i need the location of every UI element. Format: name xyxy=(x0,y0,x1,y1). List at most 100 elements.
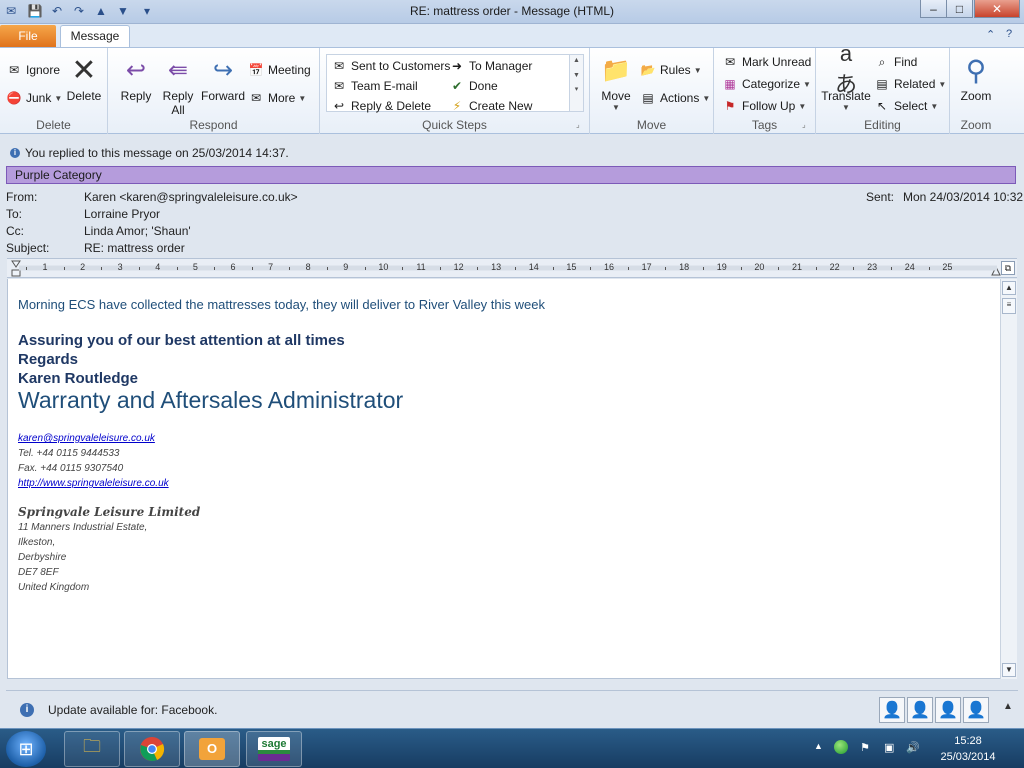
ruler-tick-label: 5 xyxy=(192,262,198,272)
junk-button[interactable]: ⛔ Junk ▼ xyxy=(6,90,63,106)
address-line: Ilkeston, xyxy=(18,537,56,548)
status-icon[interactable] xyxy=(834,740,848,754)
from-label: From: xyxy=(6,190,38,204)
delete-button[interactable]: ✕ Delete xyxy=(64,53,104,104)
ruler-tick-label: 18 xyxy=(679,262,690,272)
ruler-tick-label: 2 xyxy=(80,262,86,272)
reply-button[interactable]: ↩ Reply xyxy=(116,54,156,104)
ruler-tick-label: 8 xyxy=(305,262,311,272)
start-button[interactable]: ⊞ xyxy=(6,731,46,767)
scroll-down-icon[interactable]: ▼ xyxy=(1002,663,1016,677)
to-value[interactable]: Lorraine Pryor xyxy=(84,207,160,221)
zoom-button[interactable]: ⚲ Zoom xyxy=(956,54,996,104)
lightning-icon: ⚡ xyxy=(452,99,462,113)
chevron-down-icon: ▼ xyxy=(612,103,620,112)
replied-text: You replied to this message on 25/03/201… xyxy=(25,146,289,160)
restore-button[interactable]: □ xyxy=(946,0,973,18)
person-icon[interactable]: 👤 xyxy=(963,697,989,723)
more-button[interactable]: ✉ More ▼ xyxy=(248,90,306,106)
person-icon[interactable]: 👤 xyxy=(879,697,905,723)
ruler-minor-tick xyxy=(176,267,178,270)
move-button[interactable]: 📁 Move ▼ xyxy=(596,54,636,113)
related-button[interactable]: ▤ Related ▼ xyxy=(874,76,946,92)
meeting-button[interactable]: 📅 Meeting xyxy=(248,62,311,78)
quick-steps-group-label: Quick Steps xyxy=(422,118,487,132)
email-link[interactable]: karen@springvaleleisure.co.uk xyxy=(18,433,155,444)
company-name: Springvale Leisure Limited xyxy=(18,505,201,519)
sage-icon[interactable]: sage xyxy=(246,731,302,767)
ruler-tick-label: 1 xyxy=(42,262,48,272)
minimize-button[interactable]: – xyxy=(920,0,947,18)
ruler-tick-label: 24 xyxy=(904,262,915,272)
close-button[interactable]: ✕ xyxy=(974,0,1020,18)
quick-step-to-manager[interactable]: ➜ To Manager xyxy=(449,58,532,74)
rules-button[interactable]: 📂 Rules ▼ xyxy=(640,62,702,78)
quick-step-reply-delete[interactable]: ↩ Reply & Delete xyxy=(331,98,431,114)
ruler-minor-tick xyxy=(853,267,855,270)
editing-group-label: Editing xyxy=(864,118,901,132)
dialog-launcher-icon[interactable]: ⌟ xyxy=(802,120,806,129)
window-title: RE: mattress order - Message (HTML) xyxy=(409,4,615,18)
find-button[interactable]: ⌕ Find xyxy=(874,54,918,70)
chrome-icon[interactable] xyxy=(124,731,180,767)
forward-button[interactable]: ↪ Forward xyxy=(200,54,246,104)
action-center-flag-icon[interactable]: ⚑ xyxy=(860,741,870,754)
message-body[interactable]: Morning ECS have collected the mattresse… xyxy=(7,279,1000,679)
ruler-tick-label: 9 xyxy=(343,262,349,272)
cc-value[interactable]: Linda Amor; 'Shaun' xyxy=(84,224,191,238)
ruler-minor-tick xyxy=(63,267,65,270)
ruler-minor-tick xyxy=(590,267,592,270)
scroll-thumb[interactable]: ≡ xyxy=(1002,298,1016,314)
ruler-minor-tick xyxy=(703,267,704,270)
vertical-scrollbar[interactable]: ▲ ≡ ▼ xyxy=(1000,279,1017,679)
delete-icon: ✕ xyxy=(71,53,97,87)
from-value[interactable]: Karen <karen@springvaleleisure.co.uk> xyxy=(84,190,298,204)
quick-step-done[interactable]: ✔ Done xyxy=(449,78,498,94)
show-hidden-icons-icon[interactable]: ▲ xyxy=(814,741,823,751)
website-link[interactable]: http://www.springvaleleisure.co.uk xyxy=(18,478,169,489)
view-ruler-icon[interactable]: ⧉ xyxy=(1001,261,1015,275)
quick-step-team-email[interactable]: ✉ Team E-mail xyxy=(331,78,418,94)
zoom-group-label: Zoom xyxy=(960,118,992,132)
gallery-expand-icon[interactable]: ▾ xyxy=(570,85,583,93)
ruler-minor-tick xyxy=(289,267,291,270)
ignore-button[interactable]: ✉ Ignore xyxy=(6,62,60,78)
editing-group: aあ Translate ▼ ⌕ Find ▤ Related ▼ ↖ Select ▼ … xyxy=(816,41,950,134)
quick-step-sent-to-customers[interactable]: ✉ Sent to Customers xyxy=(331,58,450,74)
translate-button[interactable]: aあ Translate ▼ xyxy=(820,41,872,112)
outlook-icon[interactable]: O xyxy=(184,731,240,767)
to-manager-icon: ➜ xyxy=(451,59,463,73)
clock[interactable]: 15:28 25/03/2014 xyxy=(928,733,1008,765)
update-infobar[interactable]: i Update available for: Facebook. 👤 👤 👤 … xyxy=(6,690,1018,728)
ruler-minor-tick xyxy=(26,267,28,270)
file-explorer-icon[interactable]: 🗀 xyxy=(64,731,120,767)
ruler-minor-tick xyxy=(552,267,554,270)
mark-unread-button[interactable]: ✉ Mark Unread xyxy=(722,54,811,70)
expand-people-pane-icon[interactable]: ▲ xyxy=(1003,701,1013,712)
select-button[interactable]: ↖ Select ▼ xyxy=(874,98,938,114)
quick-step-create-new[interactable]: ⚡ Create New xyxy=(449,98,533,114)
help-icon[interactable]: ? xyxy=(1006,28,1012,40)
scroll-up-icon[interactable]: ▲ xyxy=(1002,281,1016,295)
replied-infobar[interactable]: i You replied to this message on 25/03/2… xyxy=(0,143,1024,163)
categorize-button[interactable]: ▦ Categorize ▼ xyxy=(722,76,811,92)
dialog-launcher-icon[interactable]: ⌟ xyxy=(576,120,580,129)
tab-message[interactable]: Message xyxy=(60,25,130,48)
ruler[interactable]: 1 2 3 4 5 6 7 8 9 10 11 12 13 14 15 16 17 18 19 20 21 22 23 24 2… xyxy=(7,258,1017,278)
minimize-ribbon-icon[interactable]: ⌃ xyxy=(986,28,995,41)
translate-icon: aあ xyxy=(834,41,857,97)
reply-all-button[interactable]: ⇚ Reply All xyxy=(158,54,198,118)
ruler-minor-tick xyxy=(139,267,140,270)
gallery-down-icon[interactable]: ▼ xyxy=(570,72,583,79)
gallery-scrollbar[interactable]: ▲ ▼ ▾ xyxy=(569,55,583,111)
person-icon[interactable]: 👤 xyxy=(935,697,961,723)
actions-button[interactable]: ▤ Actions ▼ xyxy=(640,90,710,106)
binoculars-icon: ⌕ xyxy=(878,55,886,69)
follow-up-button[interactable]: ⚑ Follow Up ▼ xyxy=(722,98,807,114)
gallery-up-icon[interactable]: ▲ xyxy=(570,57,583,64)
volume-icon[interactable]: 🔊 xyxy=(906,741,920,754)
tab-file[interactable]: File xyxy=(0,25,56,47)
tags-group-label: Tags xyxy=(751,118,778,132)
network-icon[interactable]: ▣ xyxy=(884,741,894,754)
person-icon[interactable]: 👤 xyxy=(907,697,933,723)
